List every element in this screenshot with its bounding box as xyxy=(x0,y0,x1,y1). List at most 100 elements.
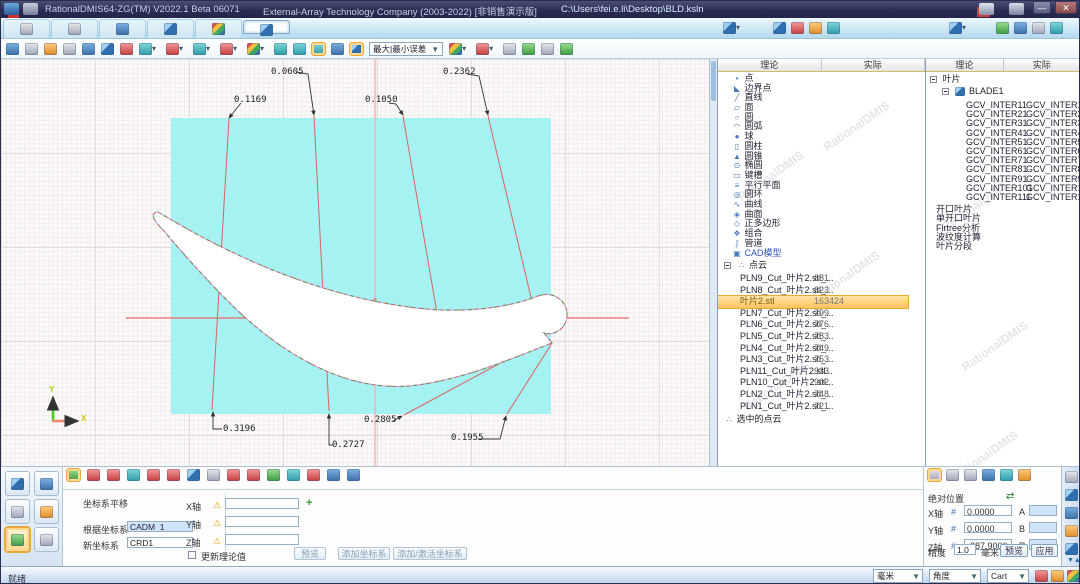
close-button[interactable]: ✕ xyxy=(1055,1,1077,14)
intersection-row[interactable]: GCV_INTER111 GCV_INTER111 xyxy=(926,193,1080,202)
add-activate-cs-button[interactable]: 添加/激活坐标系 xyxy=(393,547,467,560)
select-window-icon[interactable] xyxy=(82,43,95,55)
export-table-icon[interactable] xyxy=(522,43,535,55)
grid-view-icon[interactable] xyxy=(827,22,840,34)
cs-offset-icon[interactable] xyxy=(227,469,240,481)
unit-select[interactable]: 毫米▼ xyxy=(873,569,923,583)
probe-tool-icon[interactable] xyxy=(791,22,804,34)
update-theory-checkbox[interactable] xyxy=(188,551,196,559)
feature-tab-actual[interactable]: 实际 xyxy=(822,59,926,71)
y-axis-input[interactable] xyxy=(225,516,299,527)
pointcloud-item[interactable]: PLN2_Cut_叶片2.stl_... 748 xyxy=(718,389,925,401)
panel-window-icon[interactable] xyxy=(1014,22,1027,34)
point-measure-dropdown[interactable] xyxy=(139,43,152,55)
curve-fit-icon[interactable] xyxy=(274,43,287,55)
precision-input[interactable] xyxy=(954,544,976,555)
blade1-item[interactable]: BLADE1 xyxy=(926,87,1080,97)
tab-print[interactable] xyxy=(3,19,50,38)
ruler-status-icon[interactable] xyxy=(1051,570,1064,582)
feature-panel-mode-icon[interactable] xyxy=(723,22,736,34)
magnifier-tool-icon[interactable] xyxy=(1065,507,1078,519)
report-save-icon[interactable] xyxy=(503,43,516,55)
cs-level-icon[interactable] xyxy=(287,469,300,481)
tab-transfer[interactable] xyxy=(147,19,194,38)
new-cs-input[interactable] xyxy=(127,537,193,548)
pointcloud-root[interactable]: ∴ 点云 xyxy=(718,261,925,271)
pointcloud-item[interactable]: PLN6_Cut_叶片2.stl_... 776 xyxy=(718,319,925,331)
tab-color[interactable] xyxy=(195,19,242,38)
blade-panel-mode-icon[interactable] xyxy=(949,22,962,34)
pointcloud-item[interactable]: PLN7_Cut_叶片2.stl_... 799 xyxy=(718,308,925,320)
collapse-icon[interactable] xyxy=(930,76,937,83)
blade-root-item[interactable]: 叶片 xyxy=(926,75,1080,85)
pointcloud-item[interactable]: PLN4_Cut_叶片2.stl_... 749 xyxy=(718,343,925,355)
zoom-window-icon[interactable] xyxy=(25,43,38,55)
help-icon[interactable] xyxy=(1009,3,1024,15)
line-measure-dropdown[interactable] xyxy=(166,43,179,55)
gear-tool-icon[interactable] xyxy=(1065,525,1078,537)
probe-angle-input[interactable] xyxy=(1029,522,1057,533)
probe-button[interactable] xyxy=(5,499,30,524)
error-mode-dropdown[interactable]: 最大|最小误差 ▼ xyxy=(369,42,443,56)
colormap-dropdown[interactable] xyxy=(449,43,462,55)
cs-3-2-1-icon[interactable] xyxy=(167,469,180,481)
view-eye-icon[interactable] xyxy=(63,43,76,55)
circle-measure-dropdown[interactable] xyxy=(193,43,206,55)
cs-point-icon[interactable] xyxy=(147,469,160,481)
pointcloud-item[interactable]: PLN5_Cut_叶片2.stl_... 783 xyxy=(718,331,925,343)
home-icon[interactable] xyxy=(1018,469,1031,481)
cs-bestfit-icon[interactable] xyxy=(127,469,140,481)
cs-iterate-icon[interactable] xyxy=(307,469,320,481)
cs-ref-icon[interactable] xyxy=(327,469,340,481)
cs-axis-rotate-icon[interactable] xyxy=(107,469,120,481)
tools-button[interactable] xyxy=(34,527,59,552)
cad-model-item[interactable]: ▣ CAD模型 xyxy=(718,249,925,259)
cs-rotate-icon[interactable] xyxy=(87,469,100,481)
section-curve-icon-active[interactable] xyxy=(312,43,325,55)
feature-view-icon[interactable] xyxy=(773,22,786,34)
camera-icon[interactable] xyxy=(1032,22,1045,34)
base-cs-input[interactable] xyxy=(127,521,193,532)
angle-select[interactable]: 角度▼ xyxy=(929,569,981,583)
probe-angle-input[interactable] xyxy=(1029,505,1057,516)
cs-translate-icon-active[interactable] xyxy=(67,469,80,481)
tab-model-active[interactable] xyxy=(243,20,290,34)
collapse-icon[interactable] xyxy=(724,262,731,269)
shield-button[interactable] xyxy=(34,499,59,524)
deviation-display-icon-active[interactable] xyxy=(350,43,363,55)
display-status-icon[interactable] xyxy=(1067,570,1080,582)
record-icon[interactable] xyxy=(979,3,994,15)
model-tool-icon[interactable] xyxy=(1065,489,1078,501)
coord-select[interactable]: Cart▼ xyxy=(987,569,1029,583)
pointcloud-item[interactable]: PLN9_Cut_叶片2.stl_... 881 xyxy=(718,273,925,285)
print-tool-icon[interactable] xyxy=(1065,471,1078,483)
view-tool-icon[interactable] xyxy=(1065,543,1078,555)
surface-curve-icon[interactable] xyxy=(331,43,344,55)
screen-fit-icon[interactable] xyxy=(101,43,114,55)
cs-matrix-icon[interactable] xyxy=(207,469,220,481)
caliper-button[interactable] xyxy=(34,471,59,496)
export-doc-icon[interactable] xyxy=(541,43,554,55)
blade-tab-actual[interactable]: 实际 xyxy=(1004,59,1080,71)
machine-status-icon[interactable] xyxy=(1035,570,1048,582)
probe-angle-icon[interactable] xyxy=(946,469,959,481)
blade-analysis-item[interactable]: 叶片分段 xyxy=(926,242,1080,251)
feature-measure-dropdown[interactable] xyxy=(247,43,260,55)
cs-manage-icon[interactable] xyxy=(347,469,360,481)
add-cs-button[interactable]: 添加坐标系 xyxy=(338,547,390,560)
cs-cad-icon[interactable] xyxy=(187,469,200,481)
viewport-scrollbar[interactable] xyxy=(709,59,717,466)
blade-tab-theory[interactable]: 理论 xyxy=(926,59,1004,71)
pointcloud-item[interactable]: 叶片2.stl 163424 xyxy=(718,296,908,308)
x-axis-input[interactable] xyxy=(225,498,299,509)
probe-y-icon[interactable] xyxy=(1050,22,1063,34)
tab-window[interactable] xyxy=(99,19,146,38)
collapse-icon[interactable] xyxy=(942,88,949,95)
grab-hand-icon[interactable] xyxy=(44,43,57,55)
pointcloud-item[interactable]: PLN10_Cut_叶片2.stl... 902 xyxy=(718,377,925,389)
axes-icon[interactable] xyxy=(996,22,1009,34)
plane-measure-dropdown[interactable] xyxy=(220,43,233,55)
preview-button[interactable]: 预览 xyxy=(294,547,326,560)
export-run-icon[interactable] xyxy=(560,43,573,55)
selected-pointcloud-item[interactable]: ∴ 选中的点云 xyxy=(718,415,925,425)
